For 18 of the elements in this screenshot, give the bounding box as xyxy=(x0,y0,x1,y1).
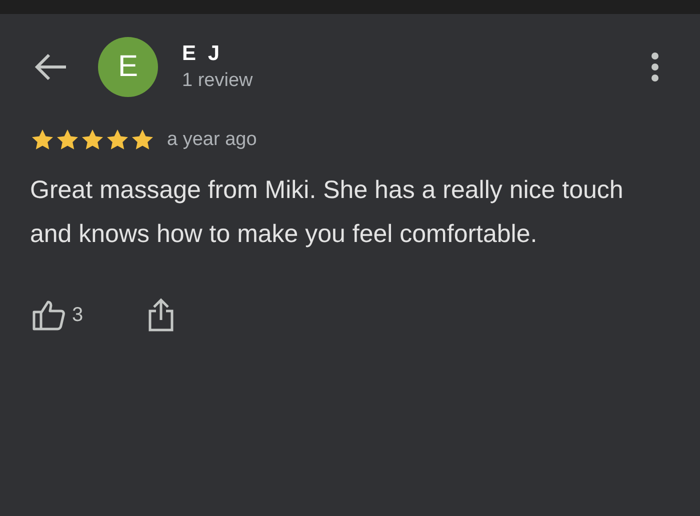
thumbs-up-icon xyxy=(32,299,66,331)
star-icon xyxy=(30,128,55,152)
review-count: 1 review xyxy=(182,70,253,92)
like-button[interactable]: 3 xyxy=(32,299,84,331)
reviewer-name: E J xyxy=(182,42,224,66)
star-icon xyxy=(55,128,80,152)
more-icon xyxy=(650,51,660,83)
star-icon xyxy=(80,128,105,152)
back-arrow-icon xyxy=(34,52,68,82)
review-text: Great massage from Miki. She has a really nice touch and knows how to make you feel comfortable. xyxy=(30,175,624,250)
more-options-button[interactable] xyxy=(650,51,660,83)
share-icon xyxy=(147,298,176,332)
star-icon xyxy=(105,128,130,152)
share-button[interactable] xyxy=(147,298,176,332)
avatar: E xyxy=(98,37,158,97)
back-button[interactable] xyxy=(34,52,68,82)
review-time: a year ago xyxy=(167,129,257,151)
star-icon xyxy=(130,128,155,152)
